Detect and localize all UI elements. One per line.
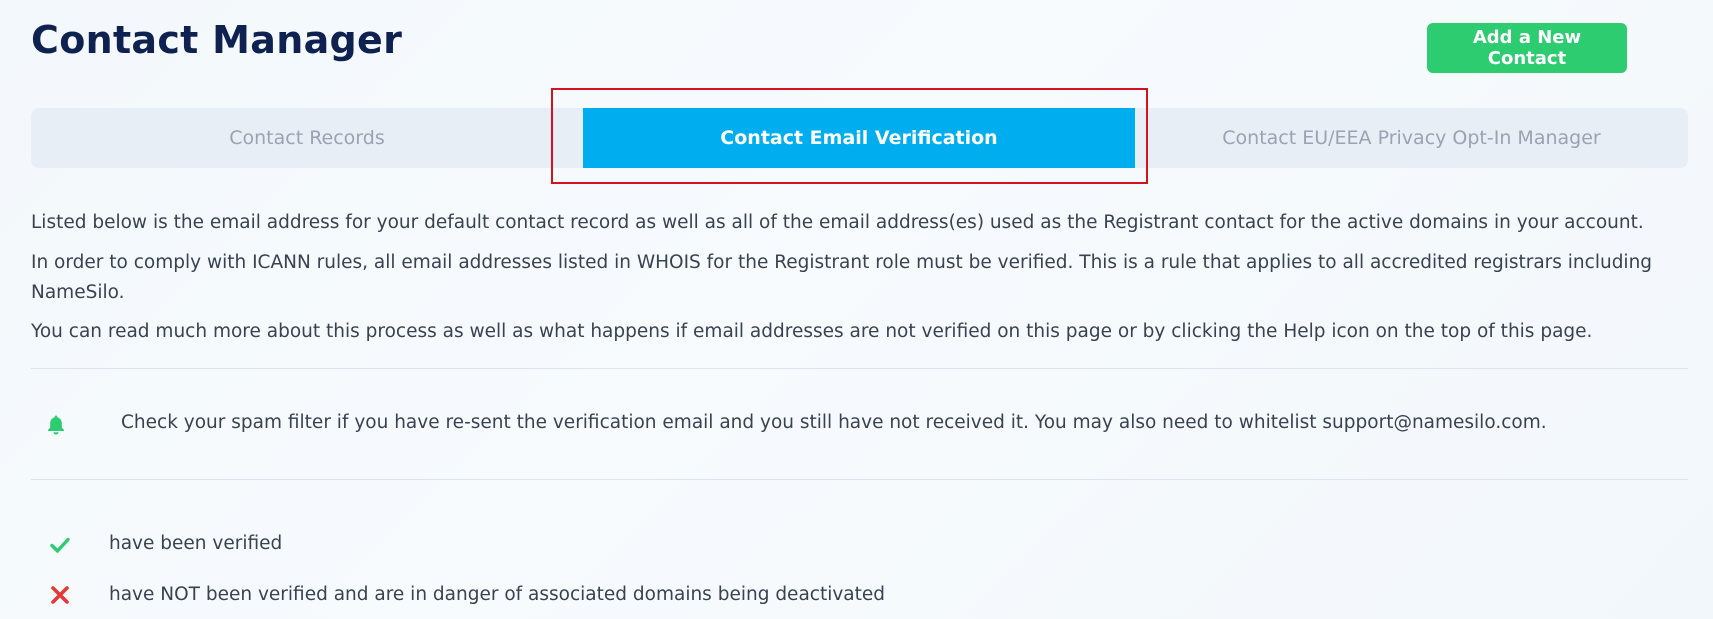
legend-not-verified-label: have NOT been verified and are in danger… xyxy=(109,584,886,605)
tab-bar: Contact Records Contact Email Verificati… xyxy=(31,108,1688,168)
cross-icon xyxy=(51,586,69,604)
page-title: Contact Manager xyxy=(31,18,403,62)
add-new-contact-button[interactable]: Add a New Contact xyxy=(1427,23,1627,73)
notice-text: Check your spam filter if you have re-se… xyxy=(121,412,1547,433)
divider xyxy=(31,479,1688,480)
intro-paragraph-1: Listed below is the email address for yo… xyxy=(31,212,1644,233)
bell-icon xyxy=(48,415,64,435)
legend-verified-label: have been verified xyxy=(109,533,283,554)
divider xyxy=(31,368,1688,369)
tab-contact-records[interactable]: Contact Records xyxy=(31,108,583,168)
tab-eu-eea-privacy-opt-in-manager[interactable]: Contact EU/EEA Privacy Opt-In Manager xyxy=(1135,108,1688,168)
check-icon xyxy=(50,537,70,553)
intro-paragraph-2: In order to comply with ICANN rules, all… xyxy=(31,252,1653,303)
intro-paragraph-3: You can read much more about this proces… xyxy=(31,321,1593,342)
tab-contact-email-verification[interactable]: Contact Email Verification xyxy=(583,108,1135,168)
